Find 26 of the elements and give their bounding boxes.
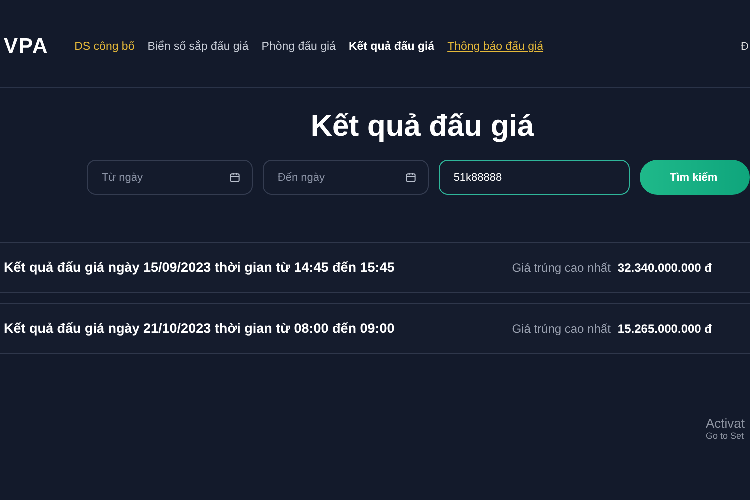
result-row[interactable]: Kết quả đấu giá ngày 21/10/2023 thời gian từ 08:00 đến 09:00 Giá trúng cao nhất 15.265.000.000 đ <box>0 303 750 354</box>
nav-link[interactable]: Biển số sắp đấu giá <box>148 40 249 52</box>
activation-subtitle: Go to Set <box>706 431 746 441</box>
date-input[interactable]: Từ ngày <box>100 170 230 184</box>
price-value: 32.340.000.000 đ <box>618 260 712 274</box>
nav-link[interactable]: Đ <box>741 40 749 52</box>
price-label: Giá trúng cao nhất <box>512 260 611 274</box>
nav-link[interactable]: Thông báo đấu giá <box>448 40 544 52</box>
nav-link[interactable]: Kết quả đấu giá <box>348 40 435 52</box>
page-title: Kết quả đấu giá <box>310 110 536 144</box>
search-field[interactable]: 51k88888 <box>438 160 630 195</box>
result-title: Kết quả đấu giá ngày 21/10/2023 thời gian từ 08:00 đến 09:00 <box>4 321 396 336</box>
activation-title: Activat <box>706 416 746 431</box>
date-field[interactable]: Từ ngày <box>87 160 253 195</box>
calendar-icon[interactable] <box>406 172 416 183</box>
search-input[interactable]: 51k88888 <box>452 170 617 184</box>
nav-link[interactable]: Phòng đấu giá <box>262 40 336 52</box>
date-input[interactable]: Đến ngày <box>276 170 406 184</box>
result-row[interactable]: Kết quả đấu giá ngày 15/09/2023 thời gian từ 14:45 đến 15:45 Giá trúng cao nhất 32.340.000.000 đ <box>0 242 750 293</box>
logo[interactable]: VPA <box>4 34 49 58</box>
price-value: 15.265.000.000 đ <box>618 322 712 336</box>
calendar-icon[interactable] <box>230 172 240 183</box>
date-field[interactable]: Đến ngày <box>262 160 429 195</box>
price-label: Giá trúng cao nhất <box>512 322 611 336</box>
nav-link[interactable]: DS công bố <box>74 40 135 52</box>
result-title: Kết quả đấu giá ngày 15/09/2023 thời gian từ 14:45 đến 15:45 <box>4 260 396 275</box>
